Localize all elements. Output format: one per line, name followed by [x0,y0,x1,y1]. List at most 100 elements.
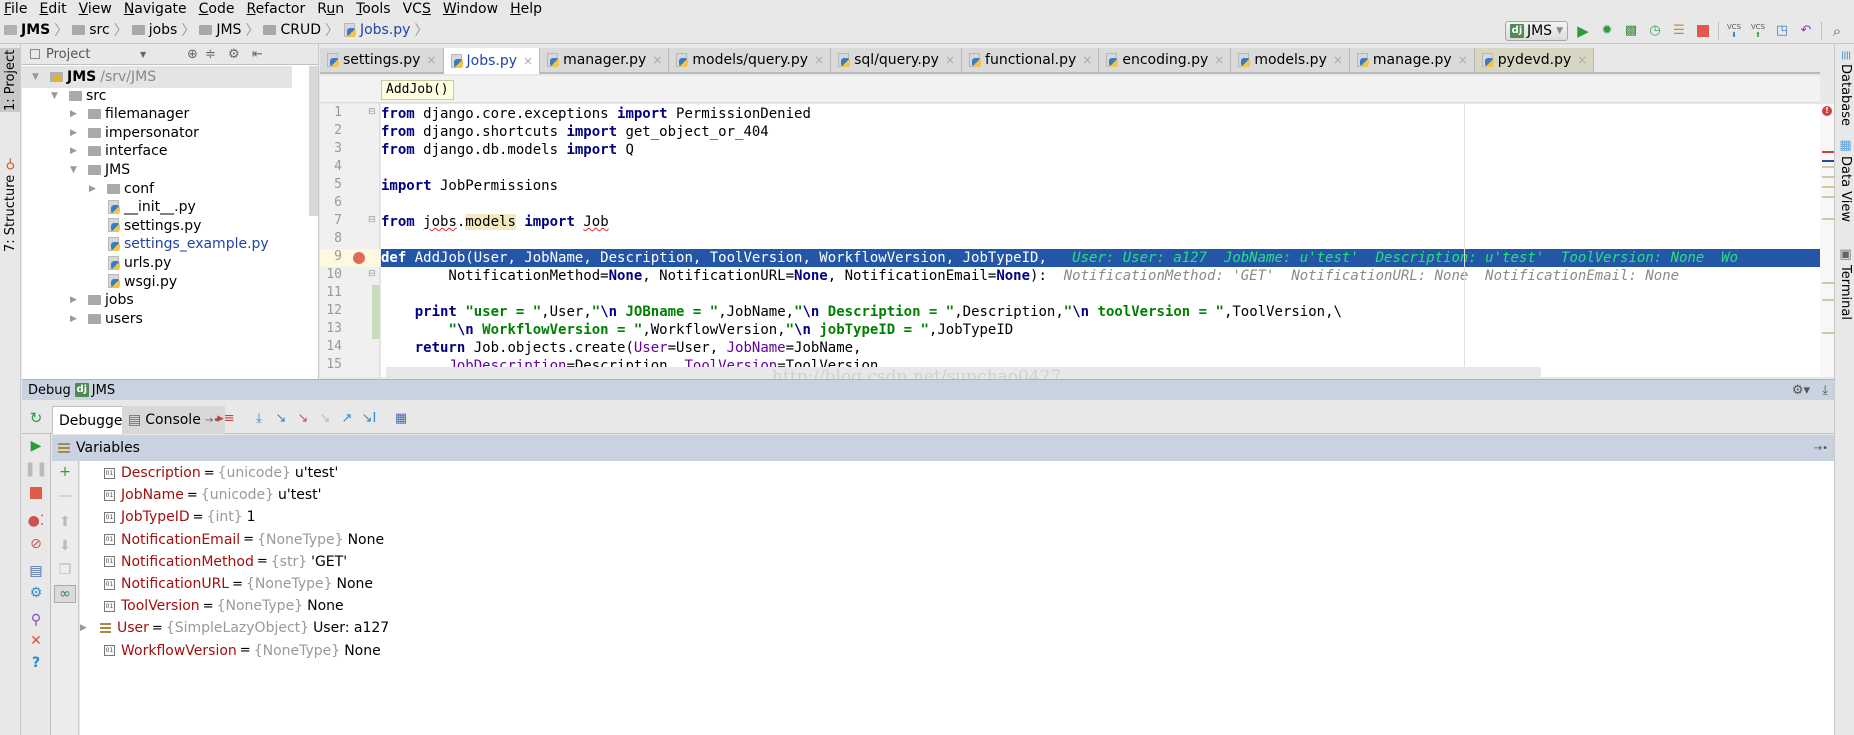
warning-mark[interactable] [1822,196,1834,198]
menu-run[interactable]: Run [317,1,344,17]
collapsed-arrow-icon[interactable]: ▶ [70,295,80,305]
collapsed-arrow-icon[interactable]: ▶ [89,184,99,194]
coverage-icon[interactable]: ▩ [1622,22,1640,40]
tab-models-py[interactable]: models.py × [1231,48,1350,72]
step-out-icon[interactable]: ↗ [338,410,356,426]
variable-description[interactable]: 01 Description = {unicode} u'test' [104,462,338,484]
breadcrumb-item[interactable]: CRUD 〉 [263,20,339,40]
settings-icon[interactable]: ⚙ [27,584,45,602]
variable-notificationemail[interactable]: 01 NotificationEmail = {NoneType} None [104,529,384,551]
collapsed-arrow-icon[interactable]: ▶ [70,146,80,156]
collapsed-arrow-icon[interactable]: ▶ [70,314,80,324]
variable-jobname[interactable]: 01 JobName = {unicode} u'test' [104,484,321,506]
evaluate-expression-icon[interactable]: ▦ [392,410,410,426]
warning-mark[interactable] [1822,282,1834,284]
current-line-mark[interactable] [1822,160,1834,162]
debug-icon[interactable]: ✹ [1598,22,1616,40]
menu-code[interactable]: Code [199,1,235,17]
close-tab-icon[interactable]: × [1333,53,1343,67]
tab-pydevd-py[interactable]: pydevd.py × [1474,48,1595,72]
warning-mark[interactable] [1822,186,1834,188]
close-tab-icon[interactable]: × [1577,53,1587,67]
tab-encoding-py[interactable]: encoding.py × [1099,48,1232,72]
collapse-all-icon[interactable]: ≑ [205,47,216,62]
stop-icon[interactable] [1694,22,1712,40]
hide-panel-icon[interactable]: ⤓ [1822,383,1828,398]
mute-breakpoints-icon[interactable]: ⊘ [27,535,45,553]
tab-models-query-py[interactable]: models/query.py × [669,48,832,72]
run-to-cursor-icon[interactable]: ↘I [360,410,378,426]
run-icon[interactable]: ▶ [1574,22,1592,40]
close-tab-icon[interactable]: × [1214,53,1224,67]
stop-icon[interactable] [27,484,45,502]
show-watches-icon[interactable]: ∞ [54,585,76,603]
show-execution-point-icon[interactable]: ▸≡ [217,410,235,426]
breadcrumb-item[interactable]: JMS 〉 [4,20,68,40]
tree-item-users[interactable]: ▶ users [70,308,143,330]
move-up-icon[interactable]: ⬆ [56,513,74,531]
warning-mark[interactable] [1822,176,1834,178]
tool-tab-project[interactable]: 1: Project [0,48,21,112]
error-stripe[interactable]: ! [1820,104,1834,377]
menu-window[interactable]: Window [443,1,498,17]
breadcrumb-item[interactable]: JMS 〉 [199,20,259,40]
error-icon[interactable]: ! [1822,106,1832,116]
menu-help[interactable]: Help [510,1,542,17]
tool-tab-data-view[interactable]: ▦ Data View [1836,138,1854,228]
profile-icon[interactable]: ◷ [1646,22,1664,40]
copy-icon[interactable]: ❐ [56,561,74,579]
tab-functional-py[interactable]: functional.py × [962,48,1100,72]
menu-view[interactable]: View [79,1,112,17]
tab-manage-py[interactable]: manage.py × [1349,48,1475,72]
project-scrollbar[interactable] [309,66,318,216]
remove-watch-icon[interactable]: — [56,487,74,505]
move-down-icon[interactable]: ⬇ [56,537,74,555]
warning-mark[interactable] [1822,166,1834,168]
vcs-change-marker[interactable] [372,285,380,339]
menu-navigate[interactable]: Navigate [124,1,187,17]
close-tab-icon[interactable]: × [523,54,533,68]
help-icon[interactable]: ? [27,654,45,672]
close-tab-icon[interactable]: × [945,53,955,67]
tab-console[interactable]: ▤ Console →• [122,406,226,434]
close-tab-icon[interactable]: × [426,53,436,67]
breadcrumb-item[interactable]: src 〉 [72,20,128,40]
menu-vcs[interactable]: VCS [403,1,431,17]
menu-refactor[interactable]: Refactor [246,1,305,17]
resume-icon[interactable]: ▶ [27,437,45,455]
menu-file[interactable]: File [4,1,27,17]
variable-workflowversion[interactable]: 01 WorkflowVersion = {NoneType} None [104,640,381,662]
menu-tools[interactable]: Tools [356,1,391,17]
variable-notificationurl[interactable]: 01 NotificationURL = {NoneType} None [104,573,373,595]
variable-toolversion[interactable]: 01 ToolVersion = {NoneType} None [104,595,344,617]
vcs-history-icon[interactable]: ◳ [1773,22,1791,40]
scroll-from-source-icon[interactable]: ⊕ [187,47,198,62]
error-mark[interactable] [1822,151,1834,153]
tab-settings-py[interactable]: settings.py × [320,48,444,72]
fold-icon[interactable]: ⊟ [368,107,376,117]
vcs-update-icon[interactable]: VCS ⬇ [1725,22,1743,40]
tab-sql-query-py[interactable]: sql/query.py × [831,48,963,72]
force-step-into-icon[interactable]: ↘ [316,410,334,426]
view-breakpoints-icon[interactable]: ●⁚ [27,512,45,530]
gear-icon[interactable]: ⚙ [228,47,240,62]
warning-mark[interactable] [1822,332,1834,334]
breadcrumb-item[interactable]: jobs 〉 [131,20,195,40]
concurrency-icon[interactable]: ☰ [1670,22,1688,40]
function-breadcrumb[interactable]: AddJob() [381,80,454,100]
search-icon[interactable]: ⌕ [1828,22,1846,40]
close-tab-icon[interactable]: × [1458,53,1468,67]
tool-tab-structure[interactable]: 7: Structure ⚲ [0,154,21,254]
vcs-commit-icon[interactable]: VCS ⬆ [1749,22,1767,40]
tool-tab-database[interactable]: ≣ Database [1836,50,1854,130]
step-into-icon[interactable]: ↘ [272,410,290,426]
close-icon[interactable]: ✕ [27,632,45,650]
tab-manager-py[interactable]: manager.py × [540,48,670,72]
breakpoint-icon[interactable] [353,252,365,264]
close-tab-icon[interactable]: × [652,53,662,67]
pause-icon[interactable]: ❚❚ [24,460,47,478]
run-config-selector[interactable]: dj JMS ▼ [1504,20,1568,41]
revert-icon[interactable]: ↶ [1797,22,1815,40]
expanded-arrow-icon[interactable]: ▼ [32,72,42,82]
editor-gutter[interactable]: 1 2 3 4 5 6 7 8 9 10 11 12 13 14 15 ⊟ ⊟ ⊟ [320,104,380,377]
